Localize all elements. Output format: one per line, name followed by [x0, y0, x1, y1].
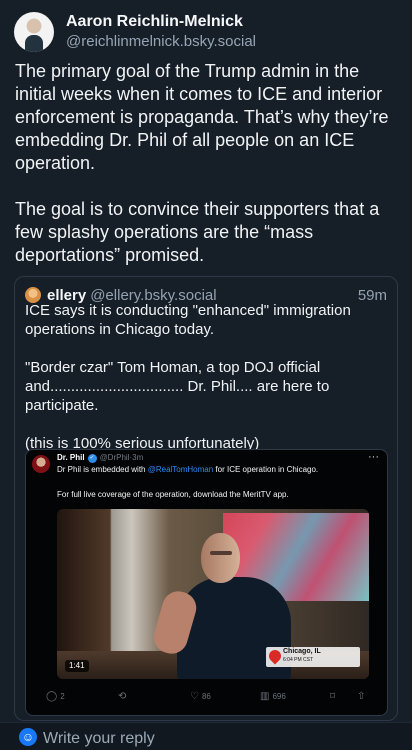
views-count: 696 [272, 692, 286, 701]
embedded-author-name: Dr. Phil [57, 453, 85, 462]
author-name[interactable]: Aaron Reichlin-Melnick [66, 12, 256, 32]
more-icon: ··· [368, 451, 379, 463]
author-avatar[interactable] [14, 12, 54, 52]
post: Aaron Reichlin-Melnick @reichlinmelnick.… [0, 0, 412, 722]
location-time: 6:04 PM CST [283, 657, 314, 663]
embedded-author-handle: @DrPhil [99, 453, 130, 462]
embedded-mention: @RealTomHoman [147, 465, 214, 474]
reply-input[interactable]: Write your reply [43, 729, 155, 749]
views-chart-icon: ▥ [260, 691, 270, 702]
reply-count: 2 [60, 692, 65, 701]
embedded-post-header: Dr. Phil ✓ @DrPhil · 3m [57, 453, 143, 463]
author-handle[interactable]: @reichlinmelnick.bsky.social [66, 32, 256, 52]
embedded-media-post[interactable]: Dr. Phil ✓ @DrPhil · 3m ··· Dr Phil is e… [25, 449, 388, 716]
embedded-text-end: for ICE operation in Chicago. [213, 465, 319, 474]
embedded-post-time: 3m [132, 453, 144, 462]
like-count: 86 [201, 692, 211, 701]
reply-action: ◯ 2 [46, 691, 65, 702]
embedded-post-promo-text: For full live coverage of the operation,… [57, 490, 289, 499]
quoted-post-text: ICE says it is conducting "enhanced" imm… [25, 302, 351, 452]
repost-icon: ⟲ [118, 691, 127, 702]
verified-badge-icon: ✓ [87, 453, 97, 463]
share-icon: ⇧ [357, 691, 366, 702]
video-duration: 1:41 [65, 660, 89, 672]
location-badge: Chicago, IL 6:04 PM CST [266, 647, 360, 667]
share-action: ⇧ [357, 691, 368, 702]
post-text: The primary goal of the Trump admin in t… [15, 61, 389, 265]
quoted-post[interactable]: ellery @ellery.bsky.social 59m ICE says … [14, 276, 398, 721]
like-action: ♡ 86 [190, 691, 211, 702]
views-action: ▥ 696 [260, 691, 286, 702]
video-person-head [201, 533, 240, 583]
heart-icon: ♡ [190, 691, 199, 702]
repost-action: ⟲ [118, 691, 129, 702]
embedded-author-avatar [32, 455, 50, 473]
reply-bar[interactable]: ☺ Write your reply [0, 722, 412, 750]
comment-icon: ◯ [46, 691, 58, 702]
bookmark-icon: ⌑ [330, 691, 336, 702]
video-preview[interactable]: 1:41 Chicago, IL 6:04 PM CST [57, 509, 369, 679]
reply-avatar-icon: ☺ [19, 728, 37, 746]
embedded-post-text: Dr Phil is embedded with @RealTomHoman f… [57, 464, 318, 475]
embedded-text-start: Dr Phil is embedded with [57, 465, 148, 474]
post-author[interactable]: Aaron Reichlin-Melnick @reichlinmelnick.… [14, 12, 256, 52]
author-info: Aaron Reichlin-Melnick @reichlinmelnick.… [66, 12, 256, 52]
location-pin-icon [266, 647, 284, 665]
bookmark-action: ⌑ [330, 691, 338, 702]
location-city: Chicago, IL [283, 648, 321, 655]
embedded-post-actions: ◯ 2 ⟲ ♡ 86 ▥ 696 ⌑ ⇧ [46, 691, 378, 705]
